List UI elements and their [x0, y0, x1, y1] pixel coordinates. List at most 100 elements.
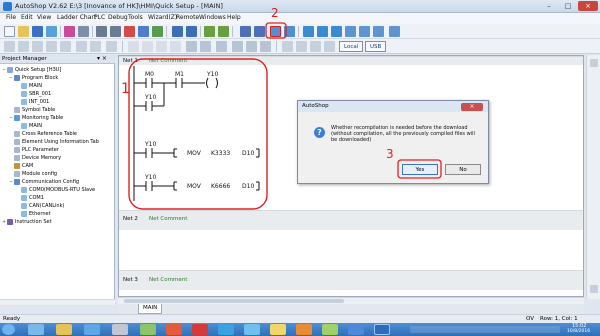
- taskbar-ie-icon[interactable]: [84, 324, 100, 335]
- scroll-down-icon[interactable]: [590, 285, 598, 293]
- taskbar-chrome-icon[interactable]: [166, 324, 182, 335]
- no-button[interactable]: No: [445, 164, 481, 175]
- monitor-stop-icon[interactable]: [331, 26, 342, 37]
- tree-item[interactable]: MAIN: [2, 82, 114, 90]
- taskbar-skype-icon[interactable]: [218, 324, 234, 335]
- taskbar-app-icon[interactable]: [296, 324, 312, 335]
- menu-plc[interactable]: PLC: [94, 14, 105, 21]
- scroll-thumb[interactable]: [124, 299, 344, 303]
- tree-item[interactable]: CAM: [2, 162, 114, 170]
- redo-icon[interactable]: [110, 26, 121, 37]
- open-folder-icon[interactable]: [18, 26, 29, 37]
- window-icon[interactable]: [345, 26, 356, 37]
- print-icon[interactable]: [46, 26, 57, 37]
- branch-icon[interactable]: [106, 41, 117, 52]
- tree-item[interactable]: − Quick Setup [H3U]: [2, 66, 114, 74]
- project-tree-scrollbar[interactable]: [0, 299, 115, 305]
- taskbar-pdf-icon[interactable]: [192, 324, 208, 335]
- menu-wizard[interactable]: Wizard(Z): [148, 14, 177, 21]
- delete-row-icon[interactable]: [32, 41, 43, 52]
- network-comment[interactable]: Net Comment: [149, 216, 187, 222]
- tree-item[interactable]: INT_001: [2, 98, 114, 106]
- system-tray[interactable]: [410, 326, 560, 333]
- scroll-up-icon[interactable]: [590, 59, 598, 67]
- usb-button[interactable]: USB: [365, 41, 387, 52]
- tree-item[interactable]: Device Memory: [2, 154, 114, 162]
- copy-icon[interactable]: [64, 26, 75, 37]
- monitor-icon[interactable]: [303, 26, 314, 37]
- select-icon[interactable]: [4, 41, 15, 52]
- horizontal-line-icon[interactable]: [156, 41, 167, 52]
- tab-main[interactable]: MAIN: [138, 304, 163, 314]
- vertical-scrollbar[interactable]: [586, 55, 600, 299]
- dialog-close-button[interactable]: ×: [461, 103, 483, 111]
- coil-icon[interactable]: [232, 41, 243, 52]
- save-icon[interactable]: [32, 26, 43, 37]
- vertical-line-icon[interactable]: [170, 41, 181, 52]
- layout-icon[interactable]: [389, 26, 400, 37]
- insert-network-icon[interactable]: [46, 41, 57, 52]
- function-icon[interactable]: [260, 41, 271, 52]
- cross-icon[interactable]: [296, 41, 307, 52]
- minimize-button[interactable]: –: [540, 1, 558, 11]
- taskbar-notes-icon[interactable]: [270, 324, 286, 335]
- tree-item[interactable]: Cross Reference Table: [2, 130, 114, 138]
- pin-close-icon[interactable]: ▾ ×: [97, 55, 107, 62]
- tree-item[interactable]: − Program Block: [2, 74, 114, 82]
- tree-item[interactable]: Element Using Information Tab: [2, 138, 114, 146]
- monitor-table-icon[interactable]: [317, 26, 328, 37]
- stop-icon[interactable]: [254, 26, 265, 37]
- delete-network-icon[interactable]: [60, 41, 71, 52]
- compile-icon[interactable]: [172, 26, 183, 37]
- horizontal-scrollbar[interactable]: [118, 297, 584, 304]
- taskbar-autoshop-icon[interactable]: [374, 324, 390, 335]
- taskbar-date[interactable]: 10/8/2016: [567, 329, 590, 334]
- menu-edit[interactable]: Edit: [21, 14, 33, 21]
- taskbar-app-icon[interactable]: [140, 324, 156, 335]
- tree-item[interactable]: PLC Parameter: [2, 146, 114, 154]
- tile-icon[interactable]: [373, 26, 384, 37]
- tree-item[interactable]: COM1: [2, 194, 114, 202]
- instruction-icon[interactable]: [246, 41, 257, 52]
- menu-debug[interactable]: Debug: [108, 14, 128, 21]
- tree-item[interactable]: CAN(CANLink): [2, 202, 114, 210]
- maximize-button[interactable]: □: [559, 1, 577, 11]
- cascade-icon[interactable]: [359, 26, 370, 37]
- rising-edge-icon[interactable]: [186, 41, 197, 52]
- replace-icon[interactable]: [152, 26, 163, 37]
- menu-ladder-chart[interactable]: Ladder Chart: [57, 14, 96, 21]
- menu-tools[interactable]: Tools: [128, 14, 143, 21]
- instruction-view-icon[interactable]: [218, 26, 229, 37]
- taskbar-app-icon[interactable]: [322, 324, 338, 335]
- tree-item[interactable]: − Communication Config: [2, 178, 114, 186]
- delete-icon[interactable]: [124, 26, 135, 37]
- start-button-icon[interactable]: [2, 324, 15, 335]
- tree-item[interactable]: + Instruction Set: [2, 218, 114, 226]
- taskbar-folder-icon[interactable]: [56, 324, 72, 335]
- compile-all-icon[interactable]: [186, 26, 197, 37]
- taskbar-app-icon[interactable]: [244, 324, 260, 335]
- tree-item[interactable]: Module config: [2, 170, 114, 178]
- taskbar-media-icon[interactable]: [112, 324, 128, 335]
- menu-windows[interactable]: Windows: [199, 14, 226, 21]
- falling-edge-icon[interactable]: [200, 41, 211, 52]
- tree-item[interactable]: Symbol Table: [2, 106, 114, 114]
- ladder-view-icon[interactable]: [204, 26, 215, 37]
- local-button[interactable]: Local: [339, 41, 364, 52]
- down-arrow-icon[interactable]: [324, 41, 335, 52]
- nc-contact-icon[interactable]: [142, 41, 153, 52]
- tree-item[interactable]: − Monitoring Table: [2, 114, 114, 122]
- close-button[interactable]: ×: [578, 1, 598, 11]
- tree-item[interactable]: MAIN: [2, 122, 114, 130]
- parallel-contact-icon[interactable]: [216, 41, 227, 52]
- find-icon[interactable]: [138, 26, 149, 37]
- line-icon[interactable]: [282, 41, 293, 52]
- insert-row-icon[interactable]: [18, 41, 29, 52]
- delete-column-icon[interactable]: [90, 41, 101, 52]
- tree-item[interactable]: COM0(MODBUS-RTU Slave: [2, 186, 114, 194]
- undo-icon[interactable]: [96, 26, 107, 37]
- up-arrow-icon[interactable]: [310, 41, 321, 52]
- tree-item[interactable]: SBR_001: [2, 90, 114, 98]
- menu-file[interactable]: File: [6, 14, 16, 21]
- menu-remote[interactable]: Remote: [176, 14, 199, 21]
